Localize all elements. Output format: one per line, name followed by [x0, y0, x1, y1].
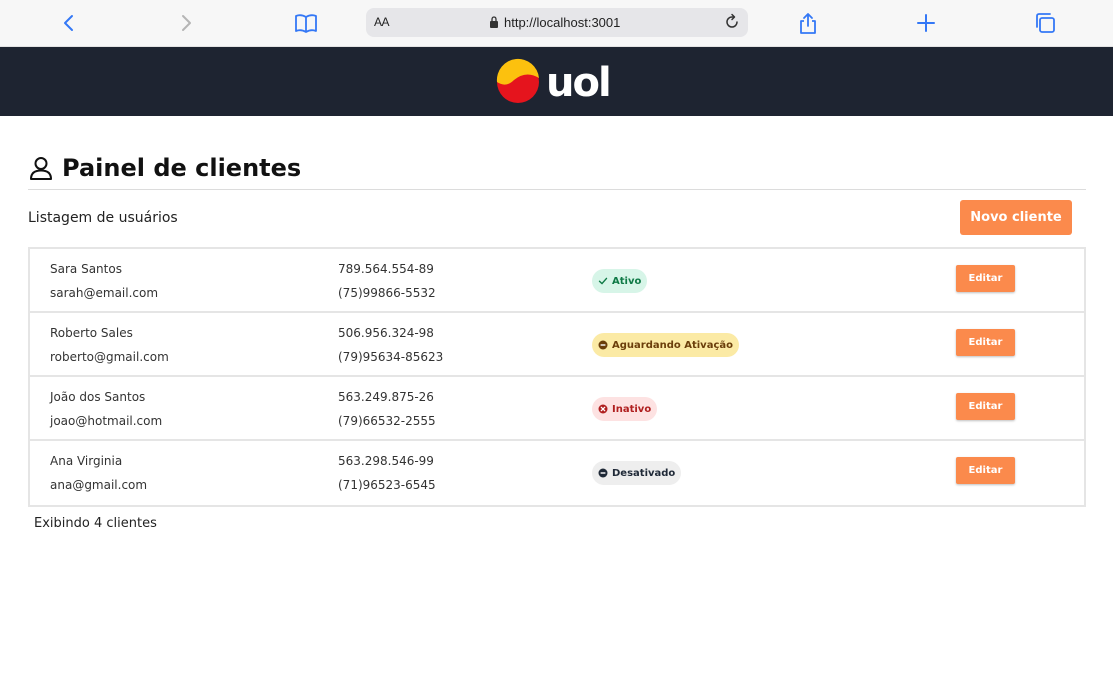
title-divider	[28, 189, 1086, 190]
client-phone: (79)66532-2555	[338, 414, 436, 428]
minus-circle-icon	[598, 340, 608, 350]
status-label: Desativado	[612, 467, 676, 479]
client-name: Sara Santos	[50, 262, 122, 276]
client-phone: (79)95634-85623	[338, 350, 444, 364]
new-client-button[interactable]: Novo cliente	[960, 200, 1072, 235]
status-label: Inativo	[612, 403, 652, 415]
minus-circle-icon	[598, 468, 608, 478]
status-badge: Inativo	[592, 397, 658, 421]
client-name: Roberto Sales	[50, 326, 133, 340]
clients-list: Sara Santos sarah@email.com 789.564.554-89…	[28, 247, 1086, 507]
share-icon[interactable]	[796, 11, 820, 35]
status-badge: Desativado	[592, 461, 682, 485]
address-bar[interactable]: AA http://localhost:3001	[366, 8, 748, 37]
browser-toolbar: AA http://localhost:3001	[0, 0, 1113, 47]
bookmarks-icon[interactable]	[294, 11, 318, 35]
client-row: Ana Virginia ana@gmail.com 563.298.546-99 (…	[30, 441, 1084, 505]
lock-icon	[490, 16, 498, 28]
edit-client-button[interactable]: Editar	[956, 393, 1015, 420]
check-icon	[598, 276, 608, 286]
tabs-icon[interactable]	[1033, 11, 1057, 35]
client-row: Sara Santos sarah@email.com 789.564.554-89…	[30, 249, 1084, 313]
text-size-button[interactable]: AA	[374, 15, 390, 29]
client-name: Ana Virginia	[50, 454, 123, 468]
url-text: http://localhost:3001	[504, 15, 621, 30]
forward-icon[interactable]	[174, 11, 198, 35]
reload-icon[interactable]	[723, 13, 741, 31]
client-document: 563.298.546-99	[338, 454, 434, 468]
status-badge: Ativo	[592, 269, 648, 293]
clients-count: Exibindo 4 clientes	[34, 516, 157, 531]
status-label: Ativo	[612, 275, 642, 287]
client-document: 563.249.875-26	[338, 390, 434, 404]
client-email: sarah@email.com	[50, 286, 159, 300]
client-name: João dos Santos	[50, 390, 146, 404]
client-document: 506.956.324-98	[338, 326, 434, 340]
client-document: 789.564.554-89	[338, 262, 434, 276]
client-row: João dos Santos joao@hotmail.com 563.249.8…	[30, 377, 1084, 441]
page-title-text: Painel de clientes	[62, 154, 302, 182]
client-phone: (71)96523-6545	[338, 478, 436, 492]
page-title: Painel de clientes	[28, 150, 301, 186]
edit-client-button[interactable]: Editar	[956, 457, 1015, 484]
client-phone: (75)99866-5532	[338, 286, 436, 300]
user-icon	[30, 157, 52, 180]
x-circle-icon	[598, 404, 608, 414]
uol-logo[interactable]: uol	[496, 58, 620, 106]
status-badge: Aguardando Ativação	[592, 333, 739, 357]
client-email: ana@gmail.com	[50, 478, 148, 492]
back-icon[interactable]	[57, 11, 81, 35]
logo-text: uol	[546, 60, 610, 106]
client-row: Roberto Sales roberto@gmail.com 506.956.32…	[30, 313, 1084, 377]
new-tab-icon[interactable]	[914, 11, 938, 35]
client-email: joao@hotmail.com	[50, 414, 163, 428]
client-email: roberto@gmail.com	[50, 350, 169, 364]
edit-client-button[interactable]: Editar	[956, 265, 1015, 292]
list-subtitle: Listagem de usuários	[28, 210, 178, 226]
site-header: uol	[0, 47, 1113, 116]
edit-client-button[interactable]: Editar	[956, 329, 1015, 356]
status-label: Aguardando Ativação	[612, 339, 733, 351]
